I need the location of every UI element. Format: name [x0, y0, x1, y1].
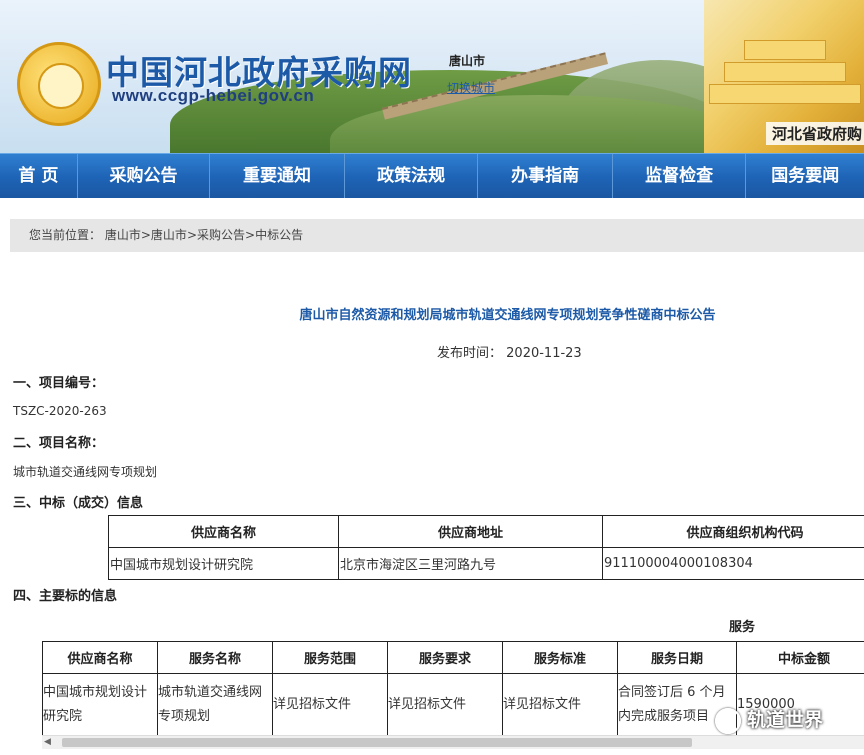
wechat-logo-icon — [715, 707, 741, 734]
table-header-row: 供应商名称 服务名称 服务范围 服务要求 服务标准 服务日期 中标金额 — [42, 641, 864, 674]
site-header-banner: 中国河北政府采购网 www.ccgp-hebei.gov.cn 唐山市 切换城市… — [0, 0, 864, 153]
column-header: 供应商地址 — [338, 515, 603, 548]
switch-city-link[interactable]: 切换城市 — [447, 79, 495, 96]
project-name: 城市轨道交通线网专项规划 — [13, 465, 158, 479]
watermark: 轨道世界 — [715, 705, 823, 734]
table-cell: 中国城市规划设计研究院 — [108, 547, 339, 580]
table-cell: 详见招标文件 — [272, 673, 388, 737]
table-cell: 911100004000108304 — [602, 547, 864, 580]
breadcrumb-link[interactable]: 唐山市 — [105, 228, 141, 242]
column-header: 服务标准 — [502, 641, 618, 674]
table-cell: 中国城市规划设计研究院 — [42, 673, 158, 737]
column-header: 服务范围 — [272, 641, 388, 674]
table-header-row: 供应商名称 供应商地址 供应商组织机构代码 — [108, 515, 864, 548]
project-number: TSZC-2020-263 — [13, 404, 107, 418]
breadcrumb-link[interactable]: 采购公告 — [197, 228, 245, 242]
site-logo[interactable] — [17, 42, 101, 126]
publish-date: 2020-11-23 — [506, 346, 582, 361]
breadcrumb-link[interactable]: 唐山市 — [151, 228, 187, 242]
column-header: 供应商组织机构代码 — [602, 515, 864, 548]
horizontal-scrollbar[interactable]: ◀ — [42, 735, 864, 749]
column-header: 服务要求 — [387, 641, 503, 674]
service-category-label: 服务 — [729, 620, 756, 635]
section-heading: 四、主要标的信息 — [13, 589, 118, 604]
nav-item-guide[interactable]: 办事指南 — [478, 154, 613, 198]
breadcrumb-label: 您当前位置： — [29, 228, 102, 242]
nav-item-procurement-notice[interactable]: 采购公告 — [78, 154, 211, 198]
main-nav: 首 页 采购公告 重要通知 政策法规 办事指南 监督检查 国务要闻 — [0, 153, 864, 198]
table-row: 中国城市规划设计研究院 北京市海淀区三里河路九号 911100004000108… — [108, 547, 864, 580]
scroll-left-icon[interactable]: ◀ — [44, 736, 51, 749]
section-heading: 二、项目名称： — [13, 436, 105, 451]
section-heading: 一、项目编号： — [13, 376, 105, 391]
table-cell: 详见招标文件 — [387, 673, 503, 737]
breadcrumb-current: 中标公告 — [255, 228, 304, 242]
section-heading: 三、中标（成交）信息 — [13, 496, 144, 511]
table-cell: 城市轨道交通线网专项规划 — [157, 673, 273, 737]
nav-item-supervision[interactable]: 监督检查 — [613, 154, 747, 198]
column-header: 服务日期 — [617, 641, 737, 674]
scrollbar-thumb[interactable] — [62, 738, 692, 747]
column-header: 供应商名称 — [108, 515, 339, 548]
article-title: 唐山市自然资源和规划局城市轨道交通线网专项规划竞争性磋商中标公告 — [299, 308, 716, 323]
column-header: 供应商名称 — [42, 641, 158, 674]
column-header: 中标金额 — [736, 641, 864, 674]
nav-item-state-news[interactable]: 国务要闻 — [746, 154, 864, 198]
site-url: www.ccgp-hebei.gov.cn — [112, 86, 315, 105]
table-cell: 北京市海淀区三里河路九号 — [338, 547, 603, 580]
province-label: 河北省政府购 — [765, 122, 864, 145]
table-cell: 详见招标文件 — [502, 673, 618, 737]
nav-item-policy[interactable]: 政策法规 — [345, 154, 479, 198]
supplier-table: 供应商名称 供应商地址 供应商组织机构代码 中国城市规划设计研究院 北京市海淀区… — [108, 515, 864, 580]
current-city: 唐山市 — [449, 54, 486, 68]
nav-item-home[interactable]: 首 页 — [0, 154, 78, 198]
column-header: 服务名称 — [157, 641, 273, 674]
publish-time: 发布时间： 2020-11-23 — [437, 346, 582, 361]
breadcrumb: 您当前位置： 唐山市>唐山市>采购公告>中标公告 — [10, 219, 864, 252]
nav-item-important-notice[interactable]: 重要通知 — [210, 154, 345, 198]
